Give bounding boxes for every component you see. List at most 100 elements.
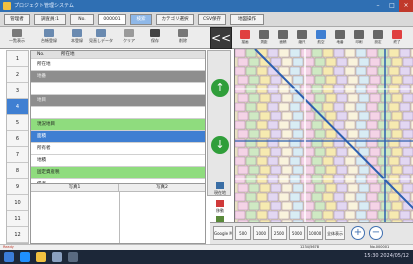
minimize-button[interactable]: –: [371, 0, 385, 12]
map-parcel: [325, 129, 337, 139]
map-parcel: [380, 93, 392, 103]
tab-4[interactable]: 検索: [130, 14, 152, 25]
map-parcel: [377, 120, 389, 130]
map-parcel: [245, 138, 257, 148]
map-tool-7[interactable]: 設定: [371, 29, 385, 47]
browser-icon[interactable]: [20, 252, 30, 262]
row-number[interactable]: 10: [7, 195, 28, 211]
grid-row[interactable]: 固定資産税: [31, 167, 205, 179]
map-parcel: [289, 210, 301, 220]
map-parcel: [270, 201, 282, 211]
scale-button-1[interactable]: 500: [235, 226, 251, 240]
tab-0[interactable]: 管理者: [4, 14, 30, 25]
grid-row[interactable]: 地番: [31, 71, 205, 83]
map-parcel: [311, 120, 323, 130]
row-number[interactable]: 2: [7, 67, 28, 83]
maximize-button[interactable]: □: [385, 0, 399, 12]
toolbar-button-0[interactable]: 一覧表示: [4, 29, 30, 47]
row-number[interactable]: 3: [7, 83, 28, 99]
map-tool-3[interactable]: 縮尺: [295, 29, 309, 47]
map-parcel: [311, 192, 323, 202]
map-view[interactable]: [234, 49, 413, 222]
map-parcel: [333, 102, 345, 112]
toolbar-button-5[interactable]: 保存: [144, 29, 166, 47]
map-tool-2[interactable]: 面積: [276, 29, 290, 47]
scale-button-0[interactable]: Google Maps: [213, 226, 233, 240]
map-parcel: [388, 102, 400, 112]
side-button-0[interactable]: 現在地: [209, 182, 231, 196]
row-number[interactable]: 7: [7, 147, 28, 163]
tab-5[interactable]: カテゴリ選択: [156, 14, 194, 25]
toolbar-button-4[interactable]: クリア: [116, 29, 142, 47]
arrow-down-icon[interactable]: ↓: [211, 136, 229, 154]
app-taskbar-icon[interactable]: [52, 252, 62, 262]
collapse-button[interactable]: <<: [210, 27, 232, 49]
row-number[interactable]: 6: [7, 131, 28, 147]
row-number[interactable]: 9: [7, 179, 28, 195]
map-parcel: [402, 165, 413, 175]
window-taskbar-icon[interactable]: [68, 252, 78, 262]
map-tool-5[interactable]: 地番: [333, 29, 347, 47]
map-parcel: [344, 192, 356, 202]
map-parcel: [391, 75, 403, 85]
photo-col-1-header: 写真1: [31, 184, 119, 192]
map-tool-4[interactable]: 航空: [314, 29, 328, 47]
clock: 15:30 2024/05/12: [364, 253, 409, 259]
toolbar-button-label: 本登録: [71, 38, 83, 43]
grid-row[interactable]: 地目: [31, 95, 205, 107]
start-icon[interactable]: [4, 252, 14, 262]
tab-2[interactable]: No.: [70, 14, 94, 25]
arrow-up-icon[interactable]: ↑: [211, 79, 229, 97]
tab-6[interactable]: CSV保存: [198, 14, 226, 25]
map-parcel: [256, 210, 268, 220]
tab-1[interactable]: 調査員:1: [34, 14, 66, 25]
zoom-out-icon[interactable]: −: [369, 226, 383, 240]
grid-row[interactable]: 現況地目: [31, 119, 205, 131]
scale-button-2[interactable]: 1000: [253, 226, 269, 240]
tab-3[interactable]: 000001: [98, 14, 126, 25]
measure-icon: [259, 30, 269, 39]
map-tool-8[interactable]: 終了: [390, 29, 404, 47]
grid-row[interactable]: [31, 83, 205, 95]
tab-7[interactable]: 地図操作: [230, 14, 264, 25]
map-parcel: [245, 192, 257, 202]
side-button-1[interactable]: 移動: [209, 200, 231, 214]
map-parcel: [322, 66, 334, 76]
map-parcel: [358, 75, 370, 85]
toolbar-button-1[interactable]: 台帳登録: [36, 29, 62, 47]
row-number[interactable]: 1: [7, 51, 28, 67]
map-tool-label: 航空: [317, 40, 325, 44]
row-number[interactable]: 12: [7, 227, 28, 243]
row-number[interactable]: 8: [7, 163, 28, 179]
grid-row[interactable]: 所有者: [31, 143, 205, 155]
close-button[interactable]: ×: [399, 0, 413, 12]
row-number[interactable]: 4: [7, 99, 28, 115]
map-parcel: [377, 102, 389, 112]
toolbar-button-3[interactable]: 見直しデータ: [88, 29, 114, 47]
toolbar-button-6[interactable]: 削除: [172, 29, 194, 47]
map-tool-0[interactable]: 描画: [238, 29, 252, 47]
grid-row[interactable]: [31, 107, 205, 119]
grid-row[interactable]: 地積: [31, 155, 205, 167]
row-number[interactable]: 11: [7, 211, 28, 227]
grid-header-no: No.: [37, 52, 45, 57]
grid-row[interactable]: 所在地: [31, 59, 205, 71]
zoom-in-icon[interactable]: +: [351, 226, 365, 240]
map-parcel: [325, 57, 337, 67]
scale-button-5[interactable]: 10000: [307, 226, 323, 240]
toolbar-button-2[interactable]: 本登録: [64, 29, 90, 47]
side-button-label: 現在地: [214, 190, 226, 195]
scale-button-4[interactable]: 5000: [289, 226, 305, 240]
map-parcel: [314, 183, 326, 193]
scale-button-6[interactable]: 全体表示: [325, 226, 345, 240]
scale-button-3[interactable]: 2500: [271, 226, 287, 240]
row-number[interactable]: 5: [7, 115, 28, 131]
draw-icon: [240, 30, 250, 39]
map-tool-6[interactable]: 印刷: [352, 29, 366, 47]
map-parcel: [289, 66, 301, 76]
map-tool-1[interactable]: 測距: [257, 29, 271, 47]
grid-row[interactable]: 面積: [31, 131, 205, 143]
side-button-label: 移動: [216, 208, 224, 213]
folder-icon[interactable]: [36, 252, 46, 262]
register-icon: [72, 29, 82, 37]
